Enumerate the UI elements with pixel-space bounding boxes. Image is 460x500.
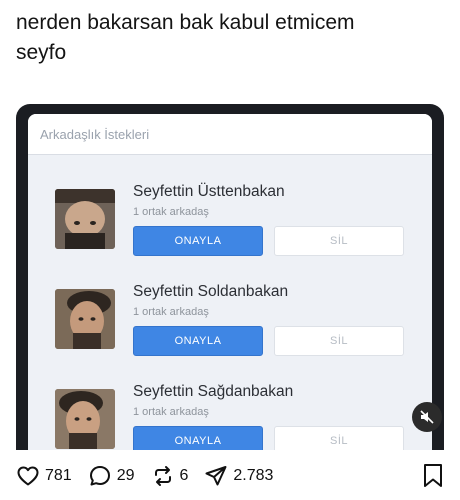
share-icon xyxy=(205,466,227,486)
action-bar: 781 29 6 2.783 xyxy=(16,462,446,490)
mutual-friends: 1 ortak arkadaş xyxy=(133,306,209,318)
mute-icon xyxy=(420,410,434,424)
friend-request-row: Seyfettin Sağdanbakan 1 ortak arkadaş ON… xyxy=(28,378,432,450)
delete-button[interactable]: SİL xyxy=(274,326,404,356)
mute-button[interactable] xyxy=(412,402,442,432)
post-image[interactable]: Arkadaşlık İstekleri Seyfettin Üsttenbak… xyxy=(16,104,444,450)
bookmark-icon xyxy=(424,464,442,487)
repost-count: 6 xyxy=(179,467,189,484)
avatar xyxy=(55,389,115,449)
mutual-friends: 1 ortak arkadaş xyxy=(133,206,209,218)
share-count: 2.783 xyxy=(233,467,274,484)
avatar xyxy=(55,189,115,249)
mutual-friends: 1 ortak arkadaş xyxy=(133,406,209,418)
repost-icon xyxy=(154,466,171,486)
avatar xyxy=(55,289,115,349)
share-action[interactable]: 2.783 xyxy=(204,464,273,488)
like-action[interactable]: 781 xyxy=(16,464,72,488)
screen-header: Arkadaşlık İstekleri xyxy=(28,114,432,155)
avatar-photo-left-view xyxy=(55,289,115,349)
post-text-line-1: nerden bakarsan bak kabul etmicem xyxy=(16,11,355,34)
reply-action[interactable]: 29 xyxy=(88,464,135,488)
requester-name[interactable]: Seyfettin Sağdanbakan xyxy=(133,383,293,401)
confirm-button[interactable]: ONAYLA xyxy=(133,226,263,256)
screen-title: Arkadaşlık İstekleri xyxy=(40,126,150,142)
post-text: nerden bakarsan bak kabul etmicem seyfo xyxy=(16,8,446,68)
post-text-line-2: seyfo xyxy=(16,41,67,64)
avatar-photo-right-view xyxy=(55,389,115,449)
avatar-photo-upside-down xyxy=(55,189,115,249)
delete-button[interactable]: SİL xyxy=(274,426,404,450)
delete-button[interactable]: SİL xyxy=(274,226,404,256)
friend-request-row: Seyfettin Soldanbakan 1 ortak arkadaş ON… xyxy=(28,278,432,378)
friend-request-row: Seyfettin Üsttenbakan 1 ortak arkadaş ON… xyxy=(28,178,432,278)
requester-name[interactable]: Seyfettin Soldanbakan xyxy=(133,283,288,301)
repost-action[interactable]: 6 xyxy=(151,464,189,488)
reply-icon xyxy=(89,466,110,486)
requester-name[interactable]: Seyfettin Üsttenbakan xyxy=(133,183,285,201)
reply-count: 29 xyxy=(116,467,135,484)
bookmark-button[interactable] xyxy=(422,463,444,494)
heart-icon xyxy=(17,466,39,486)
confirm-button[interactable]: ONAYLA xyxy=(133,326,263,356)
confirm-button[interactable]: ONAYLA xyxy=(133,426,263,450)
like-count: 781 xyxy=(45,467,72,484)
phone-screen: Arkadaşlık İstekleri Seyfettin Üsttenbak… xyxy=(28,114,432,450)
